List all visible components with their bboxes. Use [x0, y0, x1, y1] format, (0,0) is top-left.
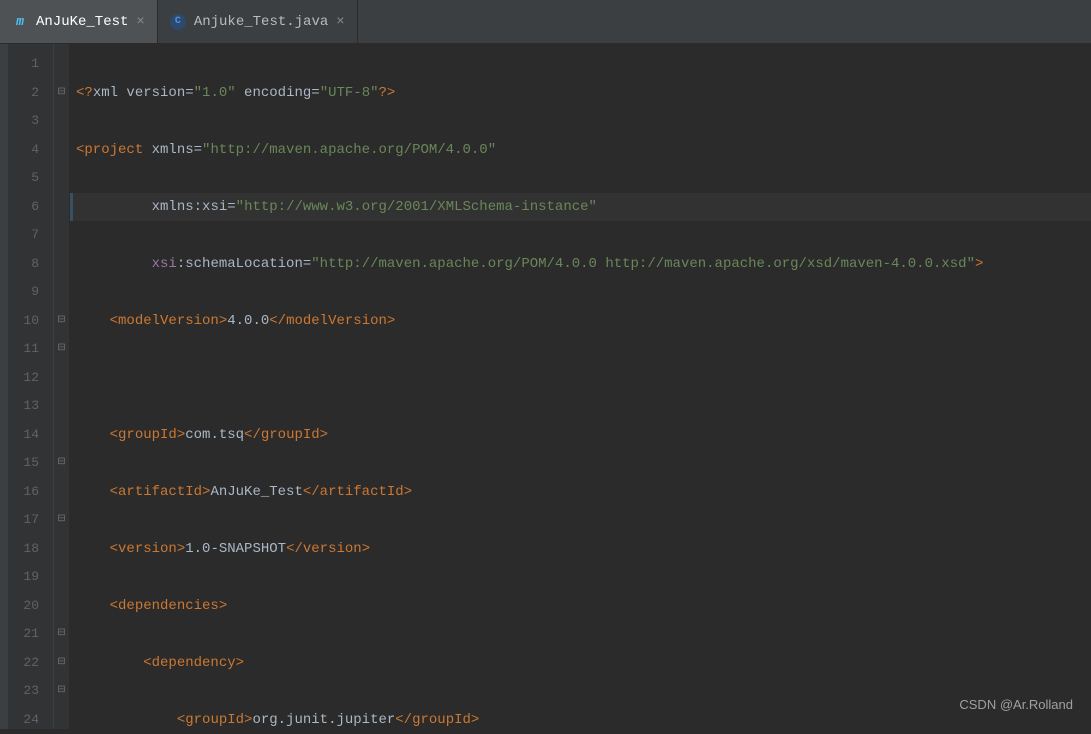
line-number[interactable]: 10	[8, 307, 39, 336]
line-number[interactable]: 20	[8, 592, 39, 621]
maven-icon: m	[12, 14, 28, 30]
code-line[interactable]: <?xml version="1.0" encoding="UTF-8"?>	[76, 79, 1091, 108]
tab-anjuke-test-java[interactable]: C Anjuke_Test.java ×	[158, 0, 358, 43]
editor: 123456789101112131415161718192021222324 …	[0, 44, 1091, 729]
line-number[interactable]: 11	[8, 335, 39, 364]
close-icon[interactable]: ×	[136, 14, 144, 30]
line-number[interactable]: 15	[8, 449, 39, 478]
line-number[interactable]: 21	[8, 620, 39, 649]
line-number[interactable]: 5	[8, 164, 39, 193]
line-number[interactable]: 23	[8, 677, 39, 706]
close-icon[interactable]: ×	[336, 14, 344, 30]
watermark: CSDN @Ar.Rolland	[959, 691, 1073, 720]
line-number[interactable]: 4	[8, 136, 39, 165]
code-line[interactable]: <project xmlns="http://maven.apache.org/…	[76, 136, 1091, 165]
java-class-icon: C	[170, 14, 186, 30]
line-number[interactable]: 19	[8, 563, 39, 592]
line-number[interactable]: 7	[8, 221, 39, 250]
fold-toggle-icon[interactable]: ⊟	[54, 506, 69, 535]
code-area[interactable]: <?xml version="1.0" encoding="UTF-8"?> <…	[70, 44, 1091, 729]
line-number[interactable]: 17	[8, 506, 39, 535]
line-number[interactable]: 9	[8, 278, 39, 307]
tab-label: AnJuKe_Test	[36, 14, 128, 30]
code-line[interactable]: <modelVersion>4.0.0</modelVersion>	[76, 307, 1091, 336]
line-number-gutter[interactable]: 123456789101112131415161718192021222324	[8, 44, 54, 729]
fold-toggle-icon[interactable]: ⊟	[54, 79, 69, 108]
code-line[interactable]	[76, 364, 1091, 393]
fold-toggle-icon[interactable]: ⊟	[54, 307, 69, 336]
line-number[interactable]: 12	[8, 364, 39, 393]
fold-toggle-icon[interactable]: ⊟	[54, 449, 69, 478]
line-number[interactable]: 22	[8, 649, 39, 678]
fold-toggle-icon[interactable]: ⊟	[54, 677, 69, 706]
fold-toggle-icon[interactable]: ⊟	[54, 649, 69, 678]
line-number[interactable]: 3	[8, 107, 39, 136]
editor-tabs: m AnJuKe_Test × C Anjuke_Test.java ×	[0, 0, 1091, 44]
code-line[interactable]: <groupId>com.tsq</groupId>	[76, 421, 1091, 450]
line-number[interactable]: 14	[8, 421, 39, 450]
code-line[interactable]: <version>1.0-SNAPSHOT</version>	[76, 535, 1091, 564]
line-number[interactable]: 13	[8, 392, 39, 421]
line-number[interactable]: 24	[8, 706, 39, 734]
line-number[interactable]: 16	[8, 478, 39, 507]
line-number[interactable]: 6	[8, 193, 39, 222]
code-line[interactable]: <groupId>org.junit.jupiter</groupId>	[76, 706, 1091, 730]
fold-toggle-icon[interactable]: ⊟	[54, 620, 69, 649]
fold-toggle-icon[interactable]: ⊟	[54, 335, 69, 364]
code-line[interactable]: xmlns:xsi="http://www.w3.org/2001/XMLSch…	[70, 193, 1091, 222]
code-line[interactable]: xsi:schemaLocation="http://maven.apache.…	[76, 250, 1091, 279]
code-line[interactable]: <dependency>	[76, 649, 1091, 678]
line-number[interactable]: 2	[8, 79, 39, 108]
code-line[interactable]: <dependencies>	[76, 592, 1091, 621]
code-line[interactable]: <artifactId>AnJuKe_Test</artifactId>	[76, 478, 1091, 507]
tab-label: Anjuke_Test.java	[194, 14, 328, 30]
tab-anjuke-test-pom[interactable]: m AnJuKe_Test ×	[0, 0, 158, 43]
left-sidebar-edge	[0, 44, 8, 729]
line-number[interactable]: 1	[8, 50, 39, 79]
line-number[interactable]: 8	[8, 250, 39, 279]
line-number[interactable]: 18	[8, 535, 39, 564]
fold-gutter[interactable]: ⊟ ⊟ ⊟ ⊟ ⊟ ⊟ ⊟ ⊟	[54, 44, 70, 729]
